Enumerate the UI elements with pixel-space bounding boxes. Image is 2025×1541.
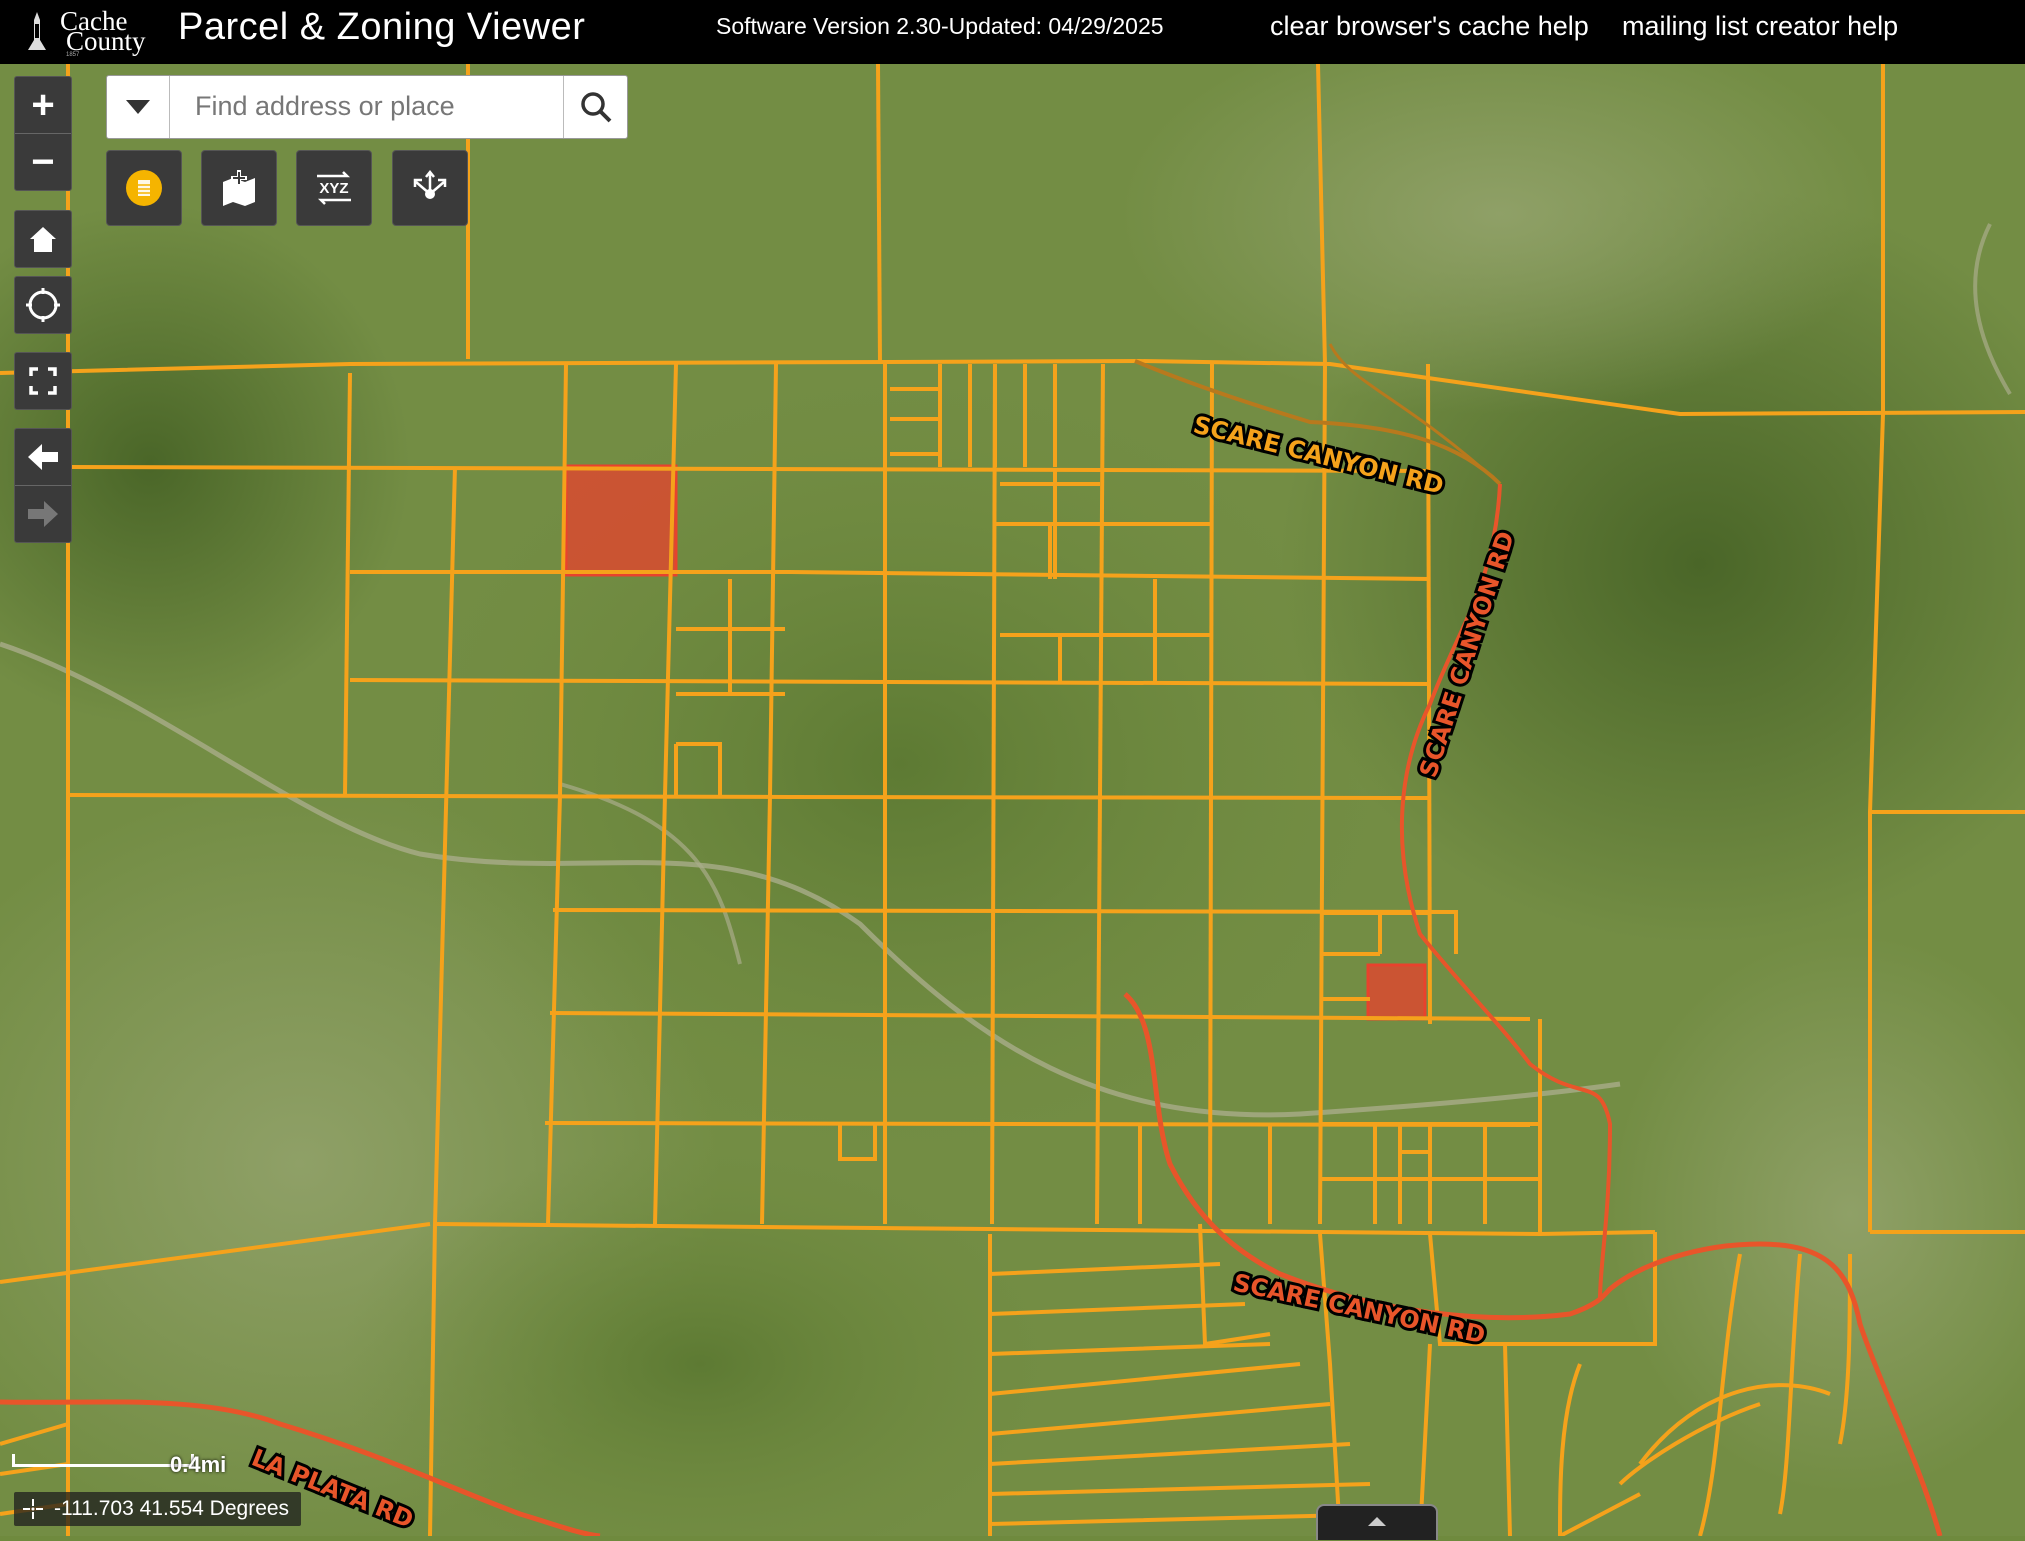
xyz-coordinate-icon: XYZ bbox=[317, 171, 351, 205]
measure-icon bbox=[413, 169, 447, 199]
add-data-button[interactable] bbox=[201, 150, 277, 226]
chevron-up-icon bbox=[1368, 1517, 1386, 1526]
basemap-gallery-icon bbox=[126, 170, 162, 206]
cache-help-link[interactable]: clear browser's cache help bbox=[1270, 11, 1589, 42]
seal-icon bbox=[28, 12, 46, 50]
app-title: Parcel & Zoning Viewer bbox=[178, 6, 586, 48]
coordinate-readout[interactable]: -111.703 41.554 Degrees bbox=[14, 1492, 302, 1526]
add-data-icon bbox=[223, 170, 255, 206]
measure-button[interactable] bbox=[392, 150, 468, 226]
fullscreen-button[interactable] bbox=[15, 353, 71, 409]
zoom-controls: + − bbox=[14, 76, 72, 191]
svg-text:XYZ: XYZ bbox=[319, 180, 348, 197]
home-icon bbox=[30, 227, 56, 252]
basemap-gallery-button[interactable] bbox=[106, 150, 182, 226]
terrain-patch bbox=[400, 364, 1400, 1164]
app-header: Cache County 1857 Parcel & Zoning Viewer… bbox=[0, 0, 2025, 64]
county-logo: Cache County 1857 bbox=[22, 4, 162, 60]
crosshair-icon bbox=[23, 1499, 43, 1519]
zoom-out-button[interactable]: − bbox=[15, 133, 71, 190]
home-button[interactable] bbox=[15, 211, 71, 267]
back-button[interactable] bbox=[15, 429, 71, 485]
locate-icon bbox=[26, 288, 60, 322]
map-canvas[interactable]: SCARE CANYON RD SCARE CANYON RD SCARE CA… bbox=[0, 64, 2025, 1536]
search-widget bbox=[106, 75, 628, 139]
plus-icon: + bbox=[31, 83, 55, 127]
scale-bar-line bbox=[12, 1454, 194, 1467]
search-input[interactable] bbox=[195, 76, 561, 136]
home-control bbox=[14, 210, 72, 268]
minus-icon: − bbox=[31, 140, 55, 184]
xyz-coordinate-button[interactable]: XYZ bbox=[296, 150, 372, 226]
back-arrow-icon bbox=[28, 444, 58, 470]
forward-arrow-icon bbox=[28, 501, 58, 527]
fullscreen-control bbox=[14, 352, 72, 410]
logo-text-line2: County bbox=[66, 26, 146, 56]
scale-label: 0.4mi bbox=[170, 1452, 227, 1477]
zoom-in-button[interactable]: + bbox=[15, 77, 71, 133]
mailing-list-help-link[interactable]: mailing list creator help bbox=[1622, 11, 1898, 42]
logo-est: 1857 bbox=[66, 52, 80, 58]
coordinate-text: -111.703 41.554 Degrees bbox=[54, 1497, 290, 1520]
search-icon bbox=[580, 92, 611, 123]
selected-parcel[interactable] bbox=[564, 464, 678, 577]
map-view[interactable]: SCARE CANYON RD SCARE CANYON RD SCARE CA… bbox=[0, 64, 2025, 1536]
attribute-table-toggle[interactable] bbox=[1316, 1504, 1438, 1540]
search-source-dropdown[interactable] bbox=[107, 76, 170, 138]
fullscreen-icon bbox=[29, 367, 57, 395]
search-button[interactable] bbox=[563, 76, 627, 138]
selected-parcel[interactable] bbox=[1366, 963, 1427, 1021]
locate-button[interactable] bbox=[15, 277, 71, 333]
version-text: Software Version 2.30-Updated: 04/29/202… bbox=[716, 13, 1164, 39]
locate-control bbox=[14, 276, 72, 334]
forward-button[interactable] bbox=[15, 485, 71, 542]
history-controls bbox=[14, 428, 72, 543]
chevron-down-icon bbox=[126, 100, 150, 114]
